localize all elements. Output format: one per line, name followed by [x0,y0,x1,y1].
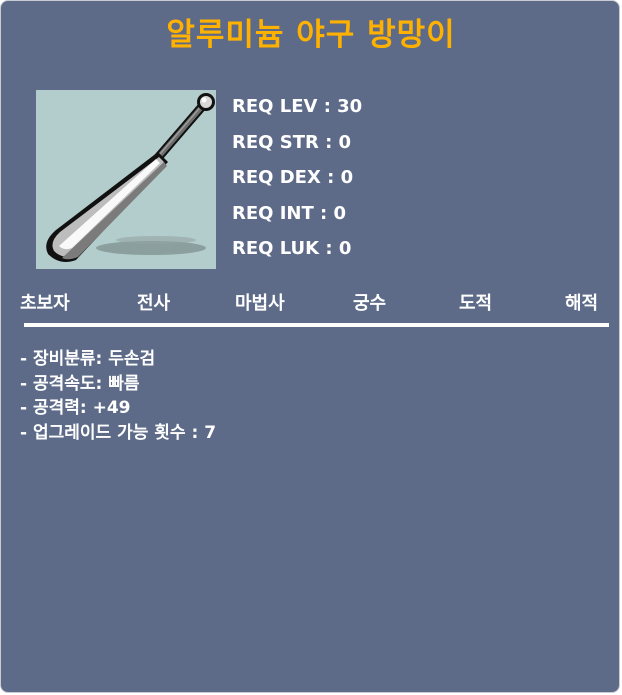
info-attack-speed: - 공격속도: 빠름 [20,373,140,394]
req-dex: REQ DEX : 0 [232,167,354,188]
info-equip-type: - 장비분류: 두손검 [20,349,156,369]
item-title: 알루미늄 야구 방망이 [166,17,456,53]
job-list: 초보자 전사 마법사 궁수 도적 해적 [20,289,610,315]
item-info-list: - 장비분류: 두손검 - 공격속도: 빠름 - 공격력: +49 - 업그레이… [20,348,216,446]
info-upgrade-slots: - 업그레이드 가능 횟수 : 7 [20,422,217,443]
job-warrior: 전사 [137,293,171,314]
info-attack-power: - 공격력: +49 [20,398,131,418]
job-bowman: 궁수 [353,293,387,314]
req-luk: REQ LUK : 0 [232,238,352,259]
item-tooltip: 알루미늄 야구 방망이 REQ LEV : 30 REQ STR : 0 REQ… [0,0,620,693]
divider [24,323,609,327]
req-level: REQ LEV : 30 [232,96,363,117]
job-thief: 도적 [459,293,493,314]
job-magician: 마법사 [235,293,285,314]
baseball-bat-icon [46,93,215,262]
requirements-list: REQ LEV : 30 REQ STR : 0 REQ DEX : 0 REQ… [232,94,362,272]
job-pirate: 해적 [565,293,599,314]
job-beginner: 초보자 [20,293,70,314]
req-str: REQ STR : 0 [232,131,352,153]
req-int: REQ INT : 0 [232,202,347,224]
item-icon-box [36,90,216,269]
